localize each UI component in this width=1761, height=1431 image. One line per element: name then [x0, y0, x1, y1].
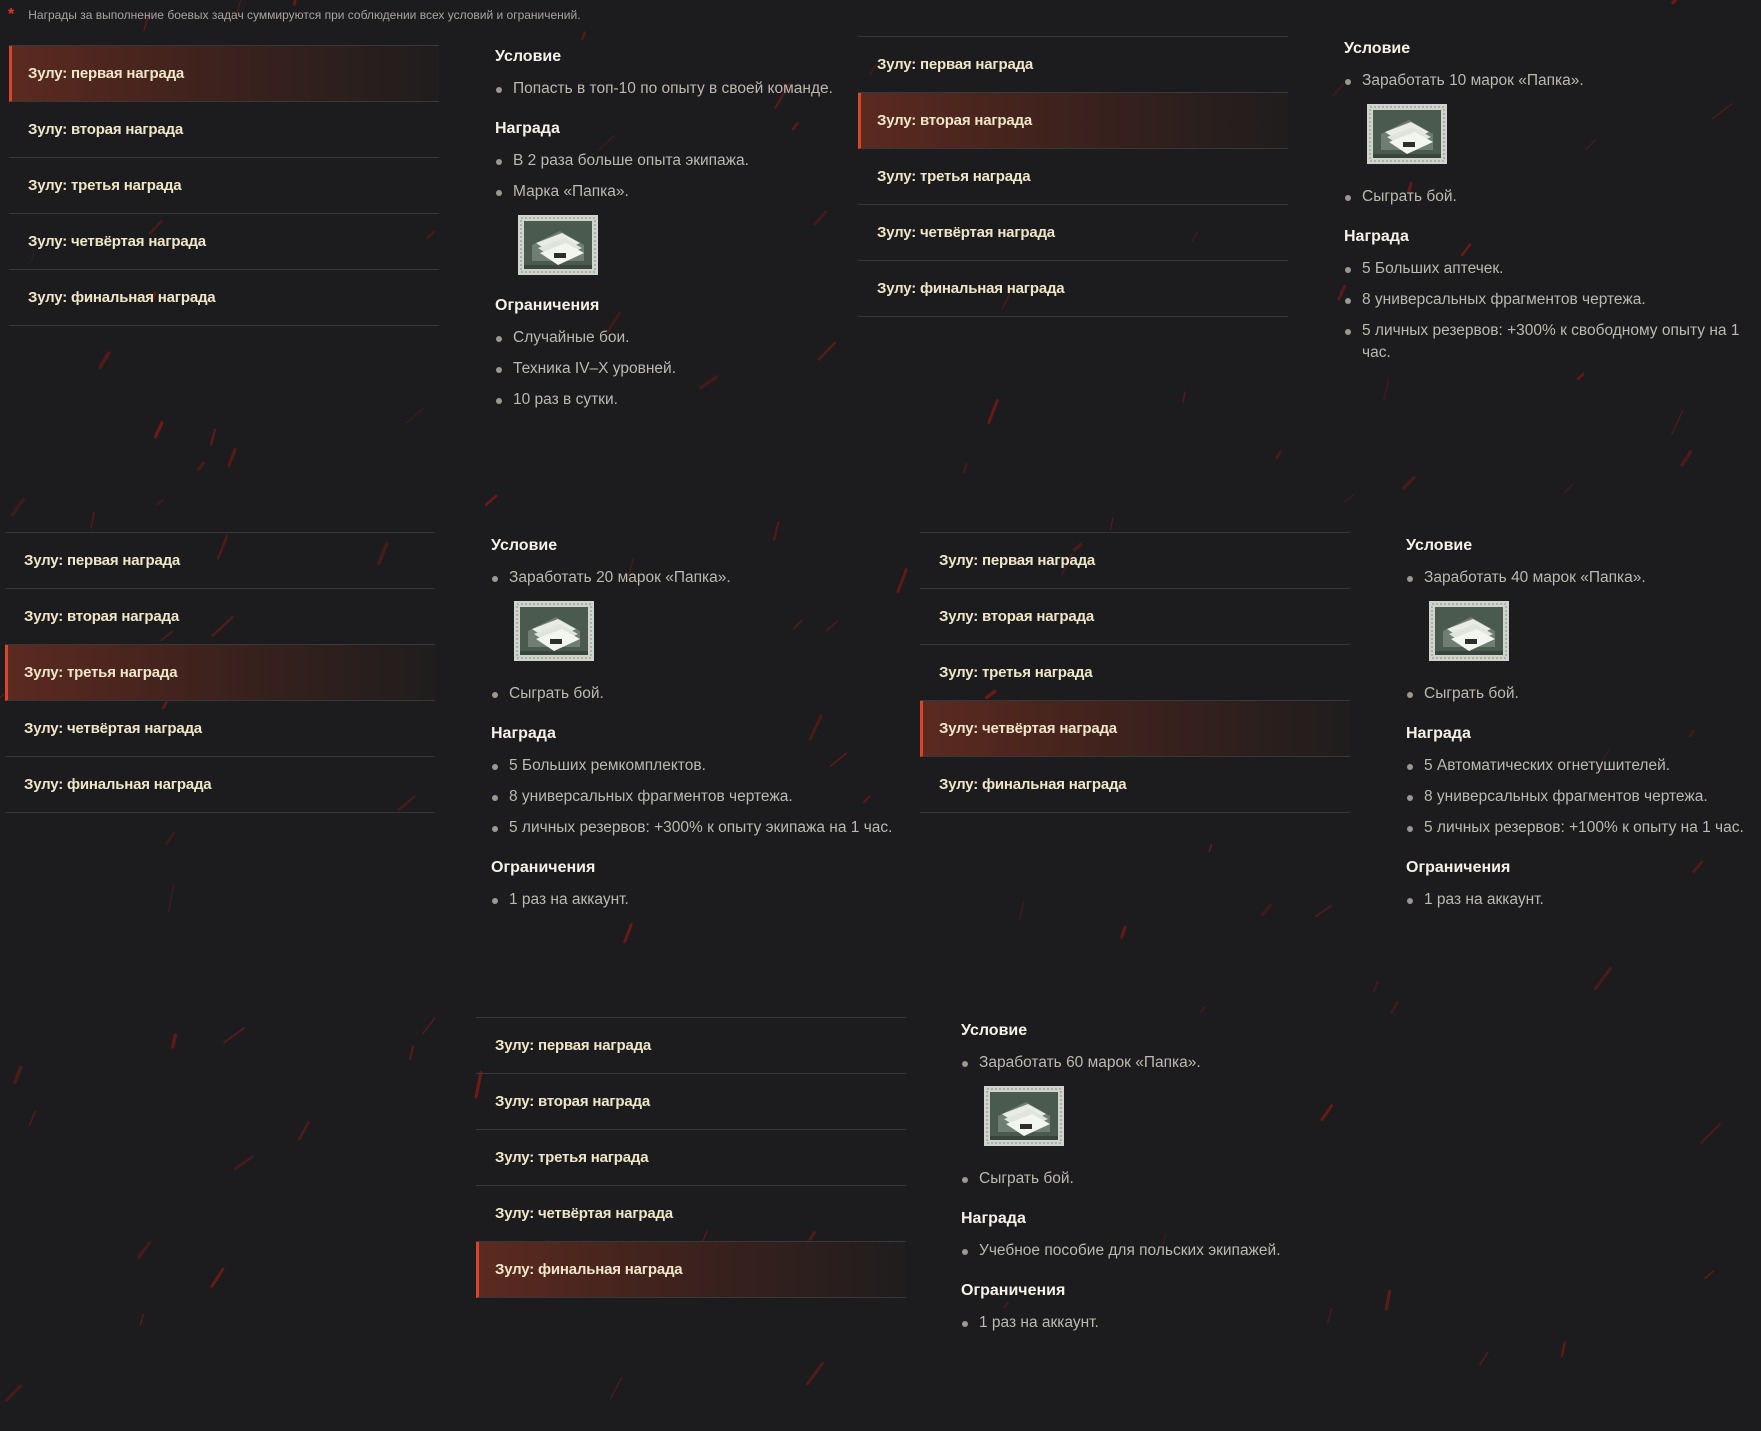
reward-item: Марка «Папка». — [495, 181, 915, 203]
reward-item: 5 Больших ремкомплектов. — [491, 755, 911, 777]
condition-list: Заработать 10 марок «Папка». Сыграть бой. — [1344, 70, 1761, 208]
condition-list: Заработать 20 марок «Папка». Сыграть бой. — [491, 567, 911, 705]
reward-heading: Награда — [1344, 228, 1409, 245]
condition-heading: Условие — [491, 537, 558, 554]
reward-tab[interactable]: Зулу: вторая награда — [9, 102, 439, 158]
reward-tab-list: Зулу: первая награда Зулу: вторая награда… — [476, 1017, 906, 1298]
reward-list: Учебное пособие для польских экипажей. — [961, 1240, 1381, 1262]
condition-list: Заработать 40 марок «Папка». Сыграть бой. — [1406, 567, 1761, 705]
reward-tab[interactable]: Зулу: четвёртая награда — [476, 1186, 906, 1242]
reward-tab[interactable]: Зулу: вторая награда — [5, 589, 435, 645]
reward-heading: Награда — [495, 120, 560, 137]
reward-tab[interactable]: Зулу: четвёртая награда — [9, 214, 439, 270]
reward-list: 5 Автоматических огнетушителей. 8 универс… — [1406, 755, 1761, 839]
reward-heading: Награда — [961, 1210, 1026, 1227]
reward-tab-active[interactable]: Зулу: четвёртая награда — [920, 701, 1350, 757]
restriction-item: 1 раз на аккаунт. — [1406, 889, 1761, 911]
condition-heading: Условие — [1406, 537, 1473, 554]
restrictions-heading: Ограничения — [1406, 859, 1511, 876]
condition-item: Сыграть бой. — [1344, 186, 1761, 208]
reward-tab[interactable]: Зулу: финальная награда — [9, 270, 439, 326]
reward-item: 5 личных резервов: +100% к опыту на 1 ча… — [1406, 817, 1761, 839]
papka-stamp-icon — [518, 215, 598, 275]
reward-tab[interactable]: Зулу: первая награда — [5, 533, 435, 589]
reward-tab[interactable]: Зулу: третья награда — [9, 158, 439, 214]
papka-stamp-icon — [514, 601, 594, 661]
restriction-item: 1 раз на аккаунт. — [491, 889, 911, 911]
mission-details: Условие Заработать 10 марок «Папка». Сыгра… — [1344, 40, 1761, 384]
papka-stamp-icon — [984, 1086, 1064, 1146]
mission-details: Условие Заработать 60 марок «Папка». Сыгра… — [961, 1022, 1381, 1354]
reward-item: 5 Больших аптечек. — [1344, 258, 1761, 280]
reward-tab[interactable]: Зулу: третья награда — [476, 1130, 906, 1186]
reward-tab-active[interactable]: Зулу: финальная награда — [476, 1242, 906, 1298]
reward-tab-list: Зулу: первая награда Зулу: вторая награда… — [5, 532, 435, 813]
reward-tab-list: Зулу: первая награда Зулу: вторая награда… — [9, 45, 439, 326]
mission-details: Условие Заработать 20 марок «Папка». Сыгра… — [491, 537, 911, 931]
reward-tab-list: Зулу: первая награда Зулу: вторая награда… — [858, 36, 1288, 317]
condition-item: Заработать 40 марок «Папка». — [1406, 567, 1761, 589]
restrictions-list: 1 раз на аккаунт. — [961, 1312, 1381, 1334]
reward-item: В 2 раза больше опыта экипажа. — [495, 150, 915, 172]
condition-heading: Условие — [1344, 40, 1411, 57]
condition-heading: Условие — [961, 1022, 1028, 1039]
reward-heading: Награда — [491, 725, 556, 742]
condition-list: Попасть в топ-10 по опыту в своей команд… — [495, 78, 915, 100]
reward-item: 8 универсальных фрагментов чертежа. — [1406, 786, 1761, 808]
reward-list: В 2 раза больше опыта экипажа. Марка «Пап… — [495, 150, 915, 275]
reward-tab[interactable]: Зулу: вторая награда — [476, 1074, 906, 1130]
reward-tab[interactable]: Зулу: вторая награда — [920, 589, 1350, 645]
reward-tab[interactable]: Зулу: финальная награда — [920, 757, 1350, 813]
reward-heading: Награда — [1406, 725, 1471, 742]
reward-item: 5 личных резервов: +300% к опыту экипажа… — [491, 817, 911, 839]
restriction-item: 10 раз в сутки. — [495, 389, 915, 411]
condition-list: Заработать 60 марок «Папка». Сыграть бой. — [961, 1052, 1381, 1190]
asterisk-icon: * — [8, 6, 15, 23]
reward-tab[interactable]: Зулу: третья награда — [920, 645, 1350, 701]
restrictions-list: 1 раз на аккаунт. — [491, 889, 911, 911]
restrictions-list: 1 раз на аккаунт. — [1406, 889, 1761, 911]
reward-tab[interactable]: Зулу: первая награда — [476, 1018, 906, 1074]
condition-item: Сыграть бой. — [961, 1168, 1381, 1190]
reward-tab-list: Зулу: первая награда Зулу: вторая награда… — [920, 532, 1350, 813]
papka-stamp-icon — [1429, 601, 1509, 661]
condition-item: Сыграть бой. — [1406, 683, 1761, 705]
reward-tab[interactable]: Зулу: четвёртая награда — [858, 205, 1288, 261]
reward-tab[interactable]: Зулу: первая награда — [858, 37, 1288, 93]
reward-item: 5 Автоматических огнетушителей. — [1406, 755, 1761, 777]
restrictions-heading: Ограничения — [491, 859, 596, 876]
reward-tab[interactable]: Зулу: первая награда — [920, 533, 1350, 589]
condition-item: Заработать 10 марок «Папка». — [1344, 70, 1761, 92]
reward-list: 5 Больших ремкомплектов. 8 универсальных … — [491, 755, 911, 839]
restrictions-heading: Ограничения — [961, 1282, 1066, 1299]
reward-item: 5 личных резервов: +300% к свободному оп… — [1344, 320, 1761, 364]
papka-stamp-icon — [1367, 104, 1447, 164]
restriction-item: Случайные бои. — [495, 327, 915, 349]
reward-list: 5 Больших аптечек. 8 универсальных фрагме… — [1344, 258, 1761, 364]
rewards-note: * Награды за выполнение боевых задач сум… — [8, 6, 581, 24]
restriction-item: 1 раз на аккаунт. — [961, 1312, 1381, 1334]
condition-item: Заработать 20 марок «Папка». — [491, 567, 911, 589]
reward-tab[interactable]: Зулу: финальная награда — [858, 261, 1288, 317]
condition-item: Сыграть бой. — [491, 683, 911, 705]
reward-item: 8 универсальных фрагментов чертежа. — [491, 786, 911, 808]
reward-tab[interactable]: Зулу: финальная награда — [5, 757, 435, 813]
reward-tab[interactable]: Зулу: четвёртая награда — [5, 701, 435, 757]
restrictions-list: Случайные бои. Техника IV–X уровней. 10 ра… — [495, 327, 915, 411]
reward-item: 8 универсальных фрагментов чертежа. — [1344, 289, 1761, 311]
condition-heading: Условие — [495, 48, 562, 65]
reward-tab-active[interactable]: Зулу: первая награда — [9, 46, 439, 102]
reward-tab-active[interactable]: Зулу: третья награда — [5, 645, 435, 701]
note-text: Награды за выполнение боевых задач сумми… — [28, 8, 581, 22]
reward-tab[interactable]: Зулу: третья награда — [858, 149, 1288, 205]
condition-item: Заработать 60 марок «Папка». — [961, 1052, 1381, 1074]
restrictions-heading: Ограничения — [495, 297, 600, 314]
restriction-item: Техника IV–X уровней. — [495, 358, 915, 380]
condition-item: Попасть в топ-10 по опыту в своей команд… — [495, 78, 915, 100]
mission-details: Условие Попасть в топ-10 по опыту в своей… — [495, 48, 915, 431]
reward-item: Учебное пособие для польских экипажей. — [961, 1240, 1381, 1262]
mission-details: Условие Заработать 40 марок «Папка». Сыгра… — [1406, 537, 1761, 931]
reward-tab-active[interactable]: Зулу: вторая награда — [858, 93, 1288, 149]
